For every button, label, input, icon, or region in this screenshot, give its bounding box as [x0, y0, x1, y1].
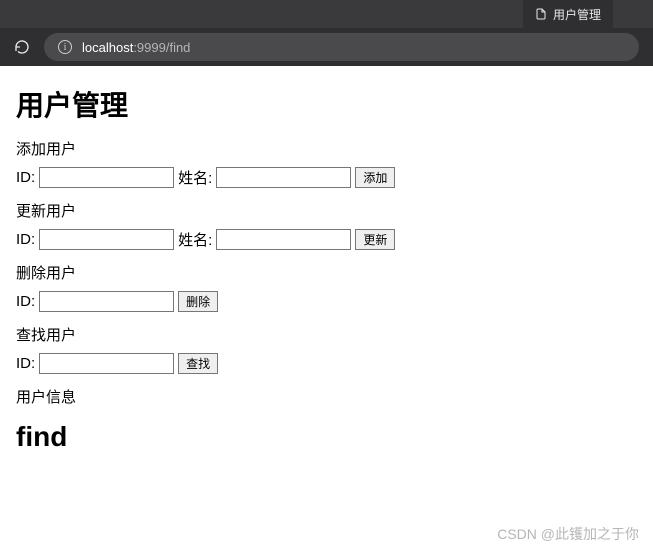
- find-id-label: ID:: [16, 355, 35, 372]
- add-user-form: ID: 姓名: 添加: [16, 167, 637, 188]
- update-name-input[interactable]: [216, 229, 351, 250]
- delete-section-label: 删除用户: [16, 262, 637, 283]
- page-body: 用户管理 添加用户 ID: 姓名: 添加 更新用户 ID: 姓名: 更新 删除用…: [0, 66, 653, 477]
- delete-id-label: ID:: [16, 293, 35, 310]
- add-id-input[interactable]: [39, 167, 174, 188]
- add-section-label: 添加用户: [16, 138, 637, 159]
- delete-user-form: ID: 删除: [16, 291, 637, 312]
- page-title: 用户管理: [16, 84, 637, 124]
- tab-title: 用户管理: [553, 6, 601, 23]
- url-path: :9999/find: [133, 40, 190, 55]
- update-button[interactable]: 更新: [355, 229, 395, 250]
- add-name-label: 姓名:: [178, 167, 212, 188]
- user-info-label: 用户信息: [16, 386, 637, 407]
- add-id-label: ID:: [16, 169, 35, 186]
- update-id-label: ID:: [16, 231, 35, 248]
- delete-button[interactable]: 删除: [178, 291, 218, 312]
- find-user-form: ID: 查找: [16, 353, 637, 374]
- browser-tab[interactable]: 用户管理: [523, 0, 613, 28]
- file-icon: [535, 7, 547, 21]
- url-host: localhost: [82, 40, 133, 55]
- reload-icon[interactable]: [14, 39, 30, 55]
- add-name-input[interactable]: [216, 167, 351, 188]
- update-section-label: 更新用户: [16, 200, 637, 221]
- add-button[interactable]: 添加: [355, 167, 395, 188]
- find-button[interactable]: 查找: [178, 353, 218, 374]
- url-text: localhost:9999/find: [82, 40, 190, 55]
- browser-address-bar: i localhost:9999/find: [0, 28, 653, 66]
- browser-tab-bar: 用户管理: [0, 0, 653, 28]
- update-user-form: ID: 姓名: 更新: [16, 229, 637, 250]
- delete-id-input[interactable]: [39, 291, 174, 312]
- result-heading: find: [16, 421, 637, 453]
- find-id-input[interactable]: [39, 353, 174, 374]
- update-name-label: 姓名:: [178, 229, 212, 250]
- update-id-input[interactable]: [39, 229, 174, 250]
- find-section-label: 查找用户: [16, 324, 637, 345]
- watermark: CSDN @此镬加之于你: [497, 524, 639, 544]
- site-info-icon[interactable]: i: [58, 40, 72, 54]
- url-box[interactable]: i localhost:9999/find: [44, 33, 639, 61]
